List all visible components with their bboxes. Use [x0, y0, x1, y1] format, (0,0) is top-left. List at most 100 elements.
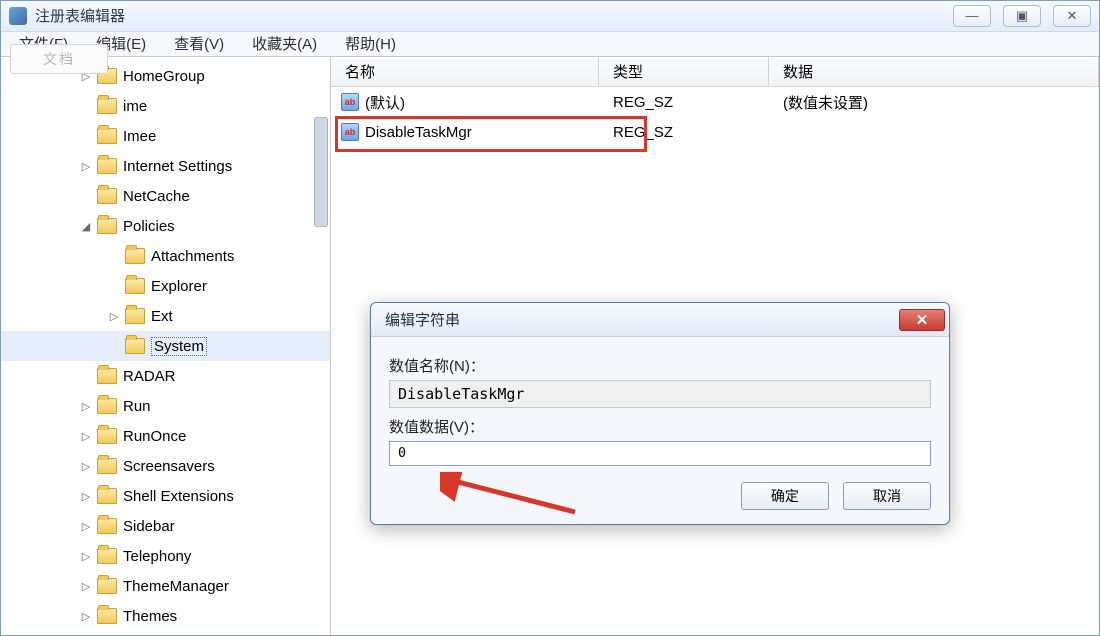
- string-value-icon: ab: [341, 93, 359, 111]
- ok-button[interactable]: 确定: [741, 482, 829, 510]
- column-data[interactable]: 数据: [769, 57, 1099, 86]
- column-type[interactable]: 类型: [599, 57, 769, 86]
- column-name[interactable]: 名称: [331, 57, 599, 86]
- folder-icon: [125, 248, 145, 264]
- tree-item-label: NetCache: [123, 188, 190, 205]
- dialog-buttons: 确定 取消: [389, 482, 931, 510]
- tree-item-label: System: [151, 337, 207, 356]
- dialog-title: 编辑字符串: [385, 309, 899, 330]
- expander-icon[interactable]: ▷: [79, 400, 93, 413]
- expander-icon[interactable]: ▷: [79, 160, 93, 173]
- tree-pane[interactable]: ▷HomeGroupimeImee▷Internet SettingsNetCa…: [1, 57, 331, 635]
- value-row-disabletaskmgr[interactable]: ab DisableTaskMgr REG_SZ: [331, 117, 1099, 147]
- tree-item-label: Sidebar: [123, 518, 175, 535]
- tree-item-label: ThemeManager: [123, 578, 229, 595]
- folder-icon: [97, 548, 117, 564]
- folder-icon: [97, 458, 117, 474]
- tree-item-label: Explorer: [151, 278, 207, 295]
- window-controls: — ▣ ✕: [953, 5, 1091, 27]
- tree-item-themes[interactable]: ▷ Themes: [1, 601, 330, 631]
- menu-view[interactable]: 查看(V): [174, 33, 224, 54]
- folder-icon: [97, 98, 117, 114]
- minimize-button[interactable]: —: [953, 5, 991, 27]
- value-data: (数值未设置): [769, 92, 1099, 113]
- tree-item-telephony[interactable]: ▷ Telephony: [1, 541, 330, 571]
- tree-item-shell-extensions[interactable]: ▷ Shell Extensions: [1, 481, 330, 511]
- tree-item-policies[interactable]: ◢ Policies: [1, 211, 330, 241]
- app-icon: [9, 7, 27, 25]
- tree-item-label: RADAR: [123, 368, 176, 385]
- expander-icon[interactable]: ▷: [79, 580, 93, 593]
- dialog-body: 数值名称(N)： DisableTaskMgr 数值数据(V)： 确定 取消: [371, 337, 949, 524]
- value-name: DisableTaskMgr: [365, 124, 472, 141]
- window-title: 注册表编辑器: [35, 5, 953, 26]
- tree-item-label: Run: [123, 398, 151, 415]
- tree-item-thememanager[interactable]: ▷ ThemeManager: [1, 571, 330, 601]
- scrollbar-thumb[interactable]: [314, 117, 328, 227]
- tree-item-label: Attachments: [151, 248, 234, 265]
- expander-icon[interactable]: ▷: [79, 550, 93, 563]
- tree-item-radar[interactable]: RADAR: [1, 361, 330, 391]
- value-type: REG_SZ: [599, 94, 769, 111]
- edit-string-dialog: 编辑字符串 ✕ 数值名称(N)： DisableTaskMgr 数值数据(V)：…: [370, 302, 950, 525]
- folder-icon: [125, 278, 145, 294]
- tree-item-explorer[interactable]: Explorer: [1, 271, 330, 301]
- menu-favorites[interactable]: 收藏夹(A): [252, 33, 317, 54]
- folder-icon: [97, 578, 117, 594]
- tree-item-run[interactable]: ▷ Run: [1, 391, 330, 421]
- tree-item-label: Internet Settings: [123, 158, 232, 175]
- tree-item-label: Themes: [123, 608, 177, 625]
- close-button[interactable]: ✕: [1053, 5, 1091, 27]
- menu-help[interactable]: 帮助(H): [345, 33, 396, 54]
- tree-item-label: Screensavers: [123, 458, 215, 475]
- value-data-label: 数值数据(V)：: [389, 416, 931, 437]
- expander-icon[interactable]: ▷: [79, 430, 93, 443]
- folder-icon: [97, 128, 117, 144]
- titlebar: 注册表编辑器 — ▣ ✕: [1, 1, 1099, 32]
- value-name: (默认): [365, 92, 405, 113]
- tree-item-ime[interactable]: ime: [1, 91, 330, 121]
- folder-icon: [97, 398, 117, 414]
- cancel-button[interactable]: 取消: [843, 482, 931, 510]
- tree-item-label: Shell Extensions: [123, 488, 234, 505]
- value-name-label: 数值名称(N)：: [389, 355, 931, 376]
- expander-icon[interactable]: ▷: [79, 460, 93, 473]
- tree-item-attachments[interactable]: Attachments: [1, 241, 330, 271]
- maximize-button[interactable]: ▣: [1003, 5, 1041, 27]
- value-type: REG_SZ: [599, 124, 769, 141]
- tree-item-screensavers[interactable]: ▷ Screensavers: [1, 451, 330, 481]
- folder-icon: [97, 608, 117, 624]
- menubar: 文件(F) 编辑(E) 查看(V) 收藏夹(A) 帮助(H): [1, 32, 1099, 57]
- tree-item-label: Policies: [123, 218, 175, 235]
- tree-item-sidebar[interactable]: ▷ Sidebar: [1, 511, 330, 541]
- tree-item-internet-settings[interactable]: ▷ Internet Settings: [1, 151, 330, 181]
- string-value-icon: ab: [341, 123, 359, 141]
- expander-icon[interactable]: ◢: [79, 220, 93, 233]
- tree-item-label: RunOnce: [123, 428, 186, 445]
- expander-icon[interactable]: ▷: [107, 310, 121, 323]
- folder-icon: [97, 428, 117, 444]
- tree-item-runonce[interactable]: ▷ RunOnce: [1, 421, 330, 451]
- watermark-overlay: 文档: [10, 44, 108, 74]
- tree-item-label: Telephony: [123, 548, 191, 565]
- folder-icon: [97, 188, 117, 204]
- dialog-titlebar[interactable]: 编辑字符串 ✕: [371, 303, 949, 337]
- value-name-field: DisableTaskMgr: [389, 380, 931, 408]
- tree-item-label: Imee: [123, 128, 156, 145]
- values-header: 名称 类型 数据: [331, 57, 1099, 87]
- folder-icon: [97, 488, 117, 504]
- tree-item-ext[interactable]: ▷ Ext: [1, 301, 330, 331]
- value-row-default[interactable]: ab (默认) REG_SZ (数值未设置): [331, 87, 1099, 117]
- expander-icon[interactable]: ▷: [79, 490, 93, 503]
- expander-icon[interactable]: ▷: [79, 610, 93, 623]
- tree-item-netcache[interactable]: NetCache: [1, 181, 330, 211]
- dialog-close-button[interactable]: ✕: [899, 309, 945, 331]
- tree-item-imee[interactable]: Imee: [1, 121, 330, 151]
- value-data-input[interactable]: [389, 441, 931, 466]
- folder-icon: [97, 218, 117, 234]
- tree-item-label: ime: [123, 98, 147, 115]
- tree-item-label: Ext: [151, 308, 173, 325]
- folder-icon: [97, 158, 117, 174]
- expander-icon[interactable]: ▷: [79, 520, 93, 533]
- tree-item-system[interactable]: System: [1, 331, 330, 361]
